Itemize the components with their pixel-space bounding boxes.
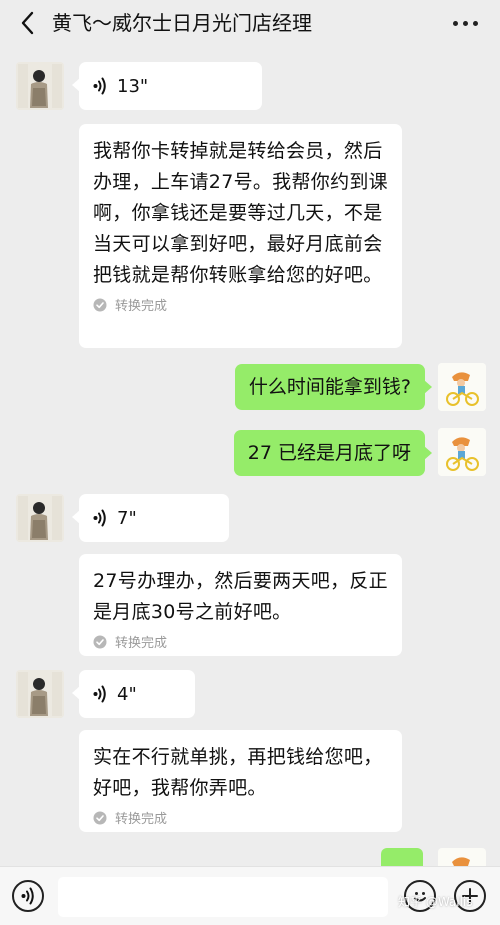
my-avatar[interactable] bbox=[438, 363, 486, 411]
voice-wave-icon bbox=[93, 685, 107, 703]
sent-message-partial bbox=[381, 848, 423, 866]
check-circle-icon bbox=[93, 298, 107, 312]
back-arrow-icon[interactable] bbox=[14, 9, 42, 37]
voice-wave-icon bbox=[93, 77, 107, 95]
sent-message[interactable]: 什么时间能拿到钱? bbox=[234, 364, 433, 410]
voice-message[interactable]: 7" bbox=[72, 494, 229, 542]
watermark: 知乎 @Wallis bbox=[398, 895, 473, 909]
transcript-text: 27号办理办，然后要两天吧，反正是月底30号之前好吧。 bbox=[93, 570, 388, 623]
my-avatar[interactable] bbox=[438, 428, 486, 476]
chat-title: 黄飞～威尔士日月光门店经理 bbox=[52, 11, 312, 35]
voice-transcript[interactable]: 我帮你卡转掉就是转给会员，然后办理，上车请27号。我帮你约到课啊，你拿钱还是要等… bbox=[79, 124, 402, 348]
voice-input-icon[interactable] bbox=[12, 880, 44, 912]
sent-message[interactable]: 27 已经是月底了呀 bbox=[233, 430, 433, 476]
voice-duration: 7" bbox=[117, 507, 137, 529]
check-circle-icon bbox=[93, 635, 107, 649]
voice-transcript[interactable]: 27号办理办，然后要两天吧，反正是月底30号之前好吧。 转换完成 bbox=[79, 554, 402, 656]
voice-wave-icon bbox=[93, 509, 107, 527]
transcript-status: 转换完成 bbox=[93, 632, 388, 651]
my-avatar-partial bbox=[438, 848, 486, 866]
voice-duration: 13" bbox=[117, 75, 149, 97]
transcript-status: 转换完成 bbox=[93, 808, 388, 827]
voice-transcript[interactable]: 实在不行就单挑，再把钱给您吧，好吧，我帮你弄吧。 转换完成 bbox=[79, 730, 402, 832]
voice-message[interactable]: 4" bbox=[72, 670, 195, 718]
contact-avatar[interactable] bbox=[16, 494, 64, 542]
transcript-text: 实在不行就单挑，再把钱给您吧，好吧，我帮你弄吧。 bbox=[93, 746, 383, 799]
contact-avatar[interactable] bbox=[16, 670, 64, 718]
voice-message[interactable]: 13" bbox=[72, 62, 262, 110]
more-dots-icon[interactable] bbox=[450, 16, 480, 30]
contact-avatar[interactable] bbox=[16, 62, 64, 110]
chat-header: 黄飞～威尔士日月光门店经理 bbox=[0, 0, 500, 46]
voice-duration: 4" bbox=[117, 683, 137, 705]
check-circle-icon bbox=[93, 811, 107, 825]
transcript-text: 我帮你卡转掉就是转给会员，然后办理，上车请27号。我帮你约到课啊，你拿钱还是要等… bbox=[93, 140, 388, 286]
message-input[interactable] bbox=[58, 877, 388, 917]
transcript-status: 转换完成 bbox=[93, 295, 388, 314]
